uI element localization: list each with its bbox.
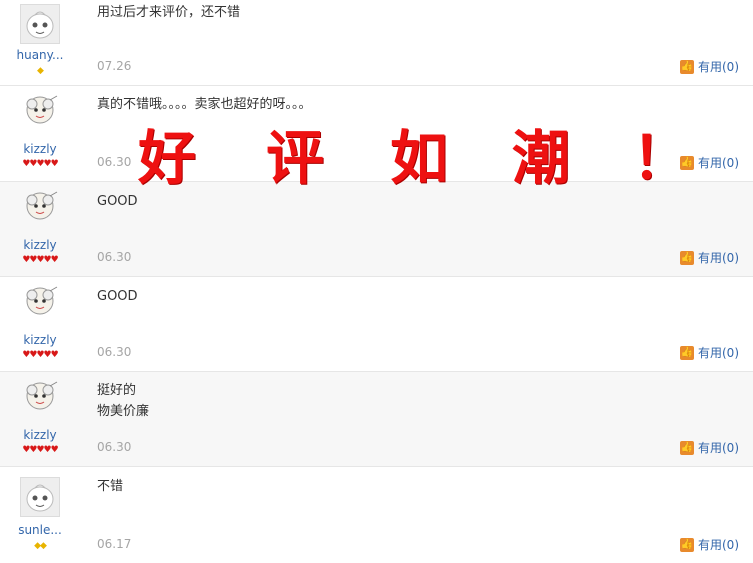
username-link[interactable]: kizzly [0,142,80,156]
useful-button[interactable]: 👍 有用(0) [680,536,739,553]
useful-label: 有用(0) [698,538,739,552]
review-date: 06.17 [97,537,132,551]
review-text: GOOD [97,194,138,209]
review-item: kizzly ♥♥♥♥♥ 真的不错哦。。。。卖家也超好的呀。。。 06.30 👍… [0,86,753,182]
review-date: 06.30 [97,155,132,169]
useful-label: 有用(0) [698,346,739,360]
useful-button[interactable]: 👍 有用(0) [680,154,739,171]
review-date: 07.26 [97,59,132,73]
review-date: 06.30 [97,250,132,264]
useful-button[interactable]: 👍 有用(0) [680,344,739,361]
sheep-avatar-icon[interactable] [20,376,60,416]
review-date: 06.30 [97,345,132,359]
review-text: 不错 [97,479,124,494]
review-text: GOOD [97,289,138,304]
thumbs-up-icon: 👍 [680,345,694,360]
useful-label: 有用(0) [698,156,739,170]
review-item: huany... ◆ 用过后才来评价，还不错 07.26 👍 有用(0) [0,0,753,86]
review-text: 用过后才来评价，还不错 [97,5,241,20]
credit-badge: ◆ [37,66,44,76]
thumbs-up-icon: 👍 [680,440,694,455]
review-text: 真的不错哦。。。。卖家也超好的呀。。。 [97,97,312,112]
review-text: 挺好的 物美价廉 [97,383,150,419]
review-item: sunle... ◆◆ 不错 06.17 👍 有用(0) [0,467,753,563]
useful-label: 有用(0) [698,441,739,455]
sheep-avatar-icon[interactable] [20,90,60,130]
thumbs-up-icon: 👍 [680,537,694,552]
username-link[interactable]: kizzly [0,428,80,442]
default-avatar-icon[interactable] [20,477,60,517]
thumbs-up-icon: 👍 [680,59,694,74]
review-item: kizzly ♥♥♥♥♥ 挺好的 物美价廉 06.30 👍 有用(0) [0,372,753,467]
username-link[interactable]: sunle... [0,523,80,537]
default-avatar-icon[interactable] [20,4,60,44]
credit-badge: ♥♥♥♥♥ [22,445,58,455]
reviewer-info: kizzly ♥♥♥♥♥ [0,182,80,276]
username-link[interactable]: kizzly [0,333,80,347]
credit-badge: ♥♥♥♥♥ [22,350,58,360]
thumbs-up-icon: 👍 [680,250,694,265]
sheep-avatar-icon[interactable] [20,281,60,321]
sheep-avatar-icon[interactable] [20,186,60,226]
review-item: kizzly ♥♥♥♥♥ GOOD 06.30 👍 有用(0) [0,182,753,277]
reviewer-info: kizzly ♥♥♥♥♥ [0,86,80,181]
credit-badge: ◆◆ [34,541,47,551]
reviewer-info: kizzly ♥♥♥♥♥ [0,277,80,371]
useful-label: 有用(0) [698,251,739,265]
reviewer-info: kizzly ♥♥♥♥♥ [0,372,80,466]
credit-badge: ♥♥♥♥♥ [22,159,58,169]
review-item: kizzly ♥♥♥♥♥ GOOD 06.30 👍 有用(0) [0,277,753,372]
useful-button[interactable]: 👍 有用(0) [680,439,739,456]
username-link[interactable]: kizzly [0,238,80,252]
useful-label: 有用(0) [698,60,739,74]
reviewer-info: huany... ◆ [0,0,80,85]
thumbs-up-icon: 👍 [680,155,694,170]
useful-button[interactable]: 👍 有用(0) [680,58,739,75]
reviewer-info: sunle... ◆◆ [0,467,80,563]
useful-button[interactable]: 👍 有用(0) [680,249,739,266]
username-link[interactable]: huany... [0,48,80,62]
review-date: 06.30 [97,440,132,454]
credit-badge: ♥♥♥♥♥ [22,255,58,265]
